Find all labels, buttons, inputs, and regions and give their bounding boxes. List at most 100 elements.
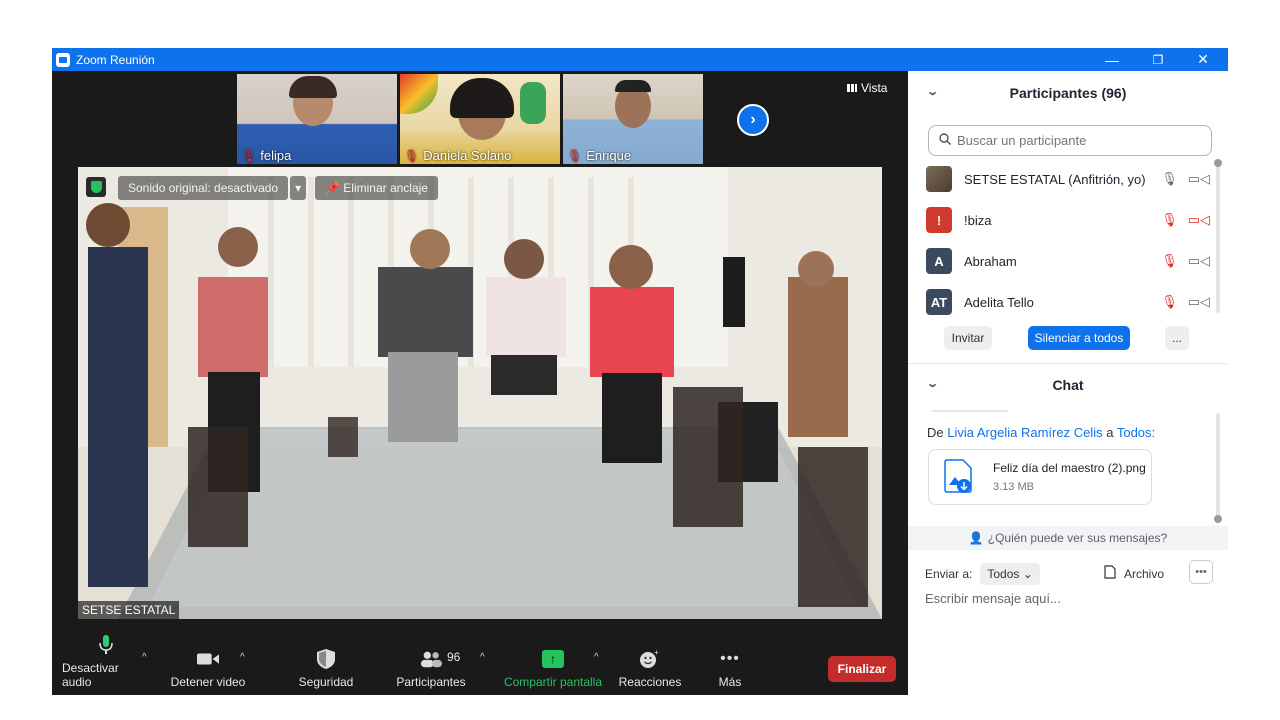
share-screen-icon: ↑ [542,649,564,669]
main-video[interactable]: Sonido original: desactivado ▾ 📌 Elimina… [78,167,882,619]
participant-row[interactable]: AT Adelita Tello 🎙 ▭◁ [926,287,1210,317]
end-meeting-button[interactable]: Finalizar [828,656,896,682]
document-icon [1104,565,1116,582]
security-button[interactable]: Seguridad [286,642,366,695]
mute-audio-button[interactable]: Desactivar audio [62,635,150,695]
recipient-name: Todos: [1116,425,1156,440]
participant-name: !biza [964,212,992,228]
participants-header: ⌄ Participantes (96) [908,73,1228,113]
view-label: Vista [861,81,888,95]
view-button[interactable]: Vista [847,81,887,95]
thumbnail-name: 🎙 felipa [241,148,291,163]
invite-button[interactable]: Invitar [944,326,992,350]
participants-scroll-thumb[interactable] [1214,159,1222,167]
who-can-see-label: ¿Quién puede ver sus mensajes? [987,531,1168,545]
speaker-name-tag: SETSE ESTATAL [78,601,180,619]
participant-search[interactable] [928,125,1212,156]
unpin-button[interactable]: 📌 Eliminar anclaje [315,176,438,200]
ellipsis-icon: ••• [1195,566,1207,578]
participant-search-input[interactable] [957,133,1197,148]
audio-options-caret[interactable]: ^ [142,652,147,663]
thumbnail-name: 🎙 Enrique [567,148,631,163]
more-label: Más [718,675,742,689]
chat-scrollbar[interactable] [1216,413,1220,517]
send-to-label: Enviar a: [925,567,973,581]
meeting-toolbar: Desactivar audio ^ Detener video ^ Segur… [52,635,908,695]
message-separator [932,410,1008,412]
video-camera-icon [197,649,219,669]
original-sound-control[interactable]: Sonido original: desactivado ▾ [118,176,307,200]
microphone-icon[interactable]: 🎙 [1161,171,1178,187]
close-button[interactable]: ✕ [1180,48,1226,71]
from-prefix: De [927,425,944,440]
chat-message-input[interactable] [925,591,1215,606]
mic-muted-icon: 🎙 [567,148,583,163]
background-decoration [400,74,438,114]
unpin-label: Eliminar anclaje [343,181,428,195]
mic-muted-icon[interactable]: 🎙 [1161,212,1178,228]
cactus-decoration [520,82,546,124]
thumbnail-enrique[interactable]: 🎙 Enrique [563,74,703,164]
collapse-chevron-icon[interactable]: ⌄ [926,85,939,98]
participants-scrollbar[interactable] [1216,163,1220,313]
participant-name: Daniela Solano [423,148,512,163]
participant-row[interactable]: A Abraham 🎙 ▭◁ [926,246,1210,276]
ellipsis-icon: ••• [720,650,740,667]
who-can-see-messages[interactable]: 👤 ¿Quién puede ver sus mensajes? [908,526,1228,550]
collapse-chevron-icon[interactable]: ⌄ [926,377,939,390]
share-screen-button[interactable]: ↑ Compartir pantalla [500,642,606,695]
mute-all-button[interactable]: Silenciar a todos [1028,326,1130,350]
shield-icon [315,649,337,669]
participants-more-button[interactable]: ... [1165,326,1189,350]
participant-hair [450,78,514,118]
participants-title: Participantes (96) [1009,85,1127,101]
file-button[interactable]: Archivo [1104,565,1164,582]
reactions-button[interactable]: + Reacciones [614,642,686,695]
restore-button[interactable]: ❐ [1135,48,1181,71]
participants-options-caret[interactable]: ^ [480,652,485,663]
video-camera-icon[interactable]: ▭◁ [1188,294,1210,310]
sender-name[interactable]: Livia Argelia Ramírez Celis [947,425,1102,440]
participant-name: Enrique [586,148,632,163]
share-options-caret[interactable]: ^ [594,652,599,663]
person-lock-icon: 👤 [968,531,984,545]
video-options-caret[interactable]: ^ [240,652,245,663]
chat-more-button[interactable]: ••• [1189,560,1213,584]
thumbnail-daniela-solano[interactable]: 🎙 Daniela Solano [400,74,560,164]
thumbnail-felipa[interactable]: 🎙 felipa [237,74,397,164]
zoom-app-icon [56,52,70,67]
microphone-icon [95,635,117,655]
chat-title: Chat [1052,377,1084,393]
file-attachment[interactable]: Feliz día del maestro (2).png 3.13 MB [928,449,1152,505]
reactions-label: Reacciones [618,675,682,689]
video-camera-icon[interactable]: ▭◁ [1188,253,1210,269]
participant-row[interactable]: SETSE ESTATAL (Anfitrión, yo) 🎙 ▭◁ [926,164,1210,194]
video-off-icon[interactable]: ▭◁ [1188,212,1210,228]
participant-row[interactable]: ! !biza 🎙 ▭◁ [926,205,1210,235]
send-to-dropdown[interactable]: Todos ⌄ [980,563,1040,585]
next-page-button[interactable]: › [737,104,769,136]
chat-scroll-thumb[interactable] [1214,515,1222,523]
stop-video-label: Detener video [170,675,246,689]
more-button[interactable]: ••• Más [702,642,758,695]
file-size: 3.13 MB [993,481,1034,493]
image-file-icon [943,459,975,495]
participant-hair [615,80,651,92]
conference-room-scene [78,167,882,619]
mic-muted-icon: 🎙 [241,148,257,163]
stop-video-button[interactable]: Detener video [168,642,248,695]
mic-muted-icon[interactable]: 🎙 [1161,294,1178,310]
participant-name: Adelita Tello [964,294,1034,310]
title-bar: Zoom Reunión — ❐ ✕ [52,48,1228,71]
pin-icon: 📌 [325,181,344,195]
unpin-control[interactable]: 📌 Eliminar anclaje [315,176,438,200]
avatar: AT [926,289,952,315]
minimize-button[interactable]: — [1089,48,1135,71]
chat-header: ⌄ Chat [908,365,1228,405]
security-label: Seguridad [298,675,354,689]
video-camera-icon[interactable]: ▭◁ [1188,171,1210,187]
encryption-shield-icon[interactable] [86,177,106,197]
chevron-down-icon[interactable]: ▾ [290,176,307,200]
mic-muted-icon[interactable]: 🎙 [1161,253,1178,269]
original-sound-label[interactable]: Sonido original: desactivado [118,176,289,200]
